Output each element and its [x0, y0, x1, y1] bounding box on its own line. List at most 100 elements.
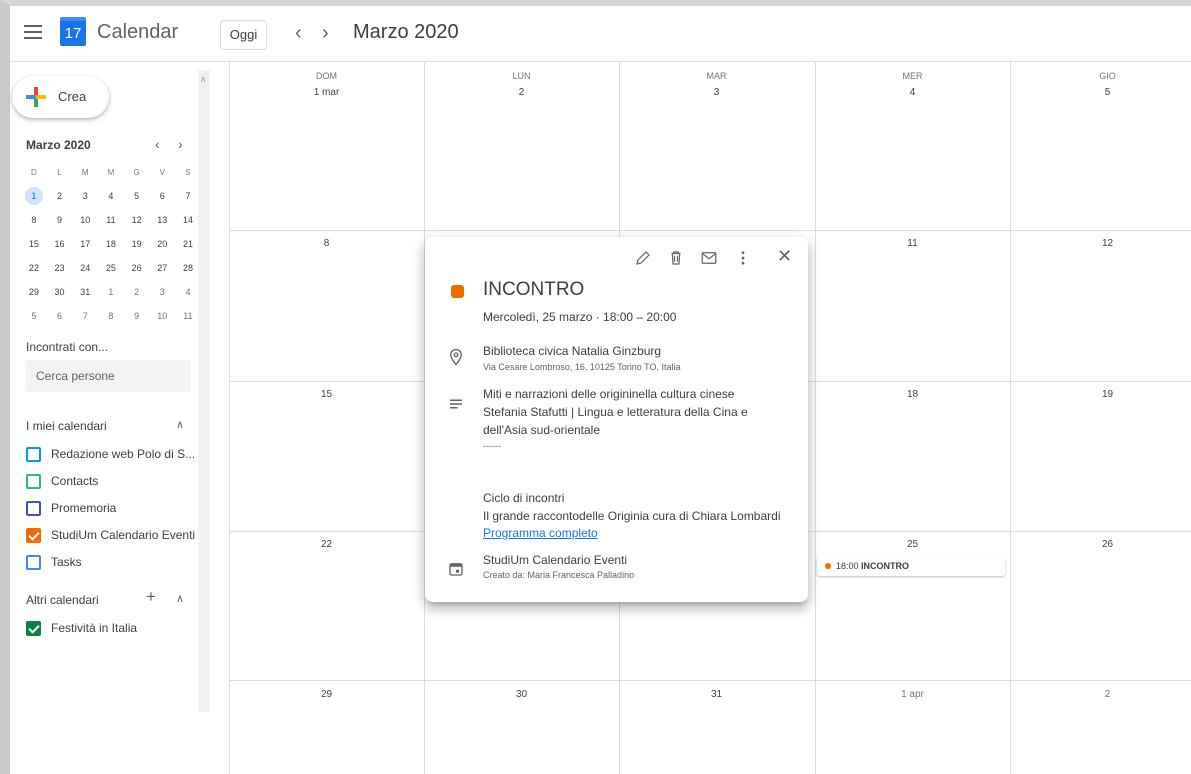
mini-day[interactable]: 28	[175, 263, 201, 273]
next-month-icon[interactable]: ›	[322, 23, 329, 43]
mini-day[interactable]: 8	[98, 311, 124, 321]
search-people-input[interactable]	[26, 360, 191, 392]
mini-day[interactable]: 3	[72, 191, 98, 201]
day-number[interactable]: 12	[1010, 238, 1191, 249]
day-number[interactable]: 2	[1010, 689, 1191, 700]
checkbox[interactable]	[26, 501, 41, 516]
day-number[interactable]: 4	[815, 87, 1010, 98]
checkbox-checked[interactable]	[26, 621, 41, 636]
mini-day[interactable]: 3	[149, 287, 175, 297]
mini-day[interactable]: 10	[149, 311, 175, 321]
mini-day[interactable]: 23	[47, 263, 73, 273]
calendar-item[interactable]: Redazione web Polo di S...	[26, 444, 206, 466]
chevron-up-icon[interactable]: ∧	[176, 418, 184, 431]
calendar-item[interactable]: Contacts	[26, 471, 206, 493]
mini-day[interactable]: 6	[149, 191, 175, 201]
mini-day-selected[interactable]: 1	[21, 187, 47, 205]
mini-day[interactable]: 7	[175, 191, 201, 201]
weekday-header: MER	[902, 71, 923, 81]
edit-icon[interactable]	[634, 249, 652, 267]
mini-day[interactable]: 31	[72, 287, 98, 297]
mini-day[interactable]: 6	[47, 311, 73, 321]
mini-day[interactable]: 4	[175, 287, 201, 297]
chevron-up-icon[interactable]: ∧	[176, 592, 184, 605]
day-number[interactable]: 22	[229, 539, 424, 550]
mini-day[interactable]: 2	[47, 191, 73, 201]
calendar-item[interactable]: Promemoria	[26, 498, 206, 520]
checkbox-checked[interactable]	[26, 528, 41, 543]
mini-day[interactable]: 16	[47, 239, 73, 249]
mini-day[interactable]: 12	[124, 215, 150, 225]
mini-day[interactable]: 9	[124, 311, 150, 321]
day-number[interactable]: 31	[619, 689, 814, 700]
calendar-item[interactable]: StudiUm Calendario Eventi	[26, 525, 206, 547]
mini-day[interactable]: 11	[98, 215, 124, 225]
mini-day[interactable]: 30	[47, 287, 73, 297]
event-chip[interactable]: 18:00 INCONTRO	[817, 556, 1005, 576]
add-calendar-icon[interactable]: +	[146, 587, 156, 607]
day-number[interactable]: 19	[1010, 389, 1191, 400]
calendar-name: StudiUm Calendario Eventi	[51, 528, 196, 542]
main-menu-icon[interactable]	[24, 25, 42, 39]
day-number[interactable]: 1 apr	[815, 689, 1010, 700]
mini-day[interactable]: 1	[98, 287, 124, 297]
day-number[interactable]: 26	[1010, 539, 1191, 550]
day-number[interactable]: 11	[815, 238, 1010, 249]
program-link[interactable]: Programma completo	[483, 526, 598, 540]
day-number[interactable]: 25	[815, 539, 1010, 550]
checkbox[interactable]	[26, 555, 41, 570]
delete-icon[interactable]	[667, 249, 685, 267]
today-button[interactable]: Oggi	[220, 20, 267, 50]
checkbox[interactable]	[26, 447, 41, 462]
day-number[interactable]: 1 mar	[229, 87, 424, 98]
mini-day[interactable]: 26	[124, 263, 150, 273]
mini-day[interactable]: 14	[175, 215, 201, 225]
mini-day[interactable]: 2	[124, 287, 150, 297]
mini-day[interactable]: 9	[47, 215, 73, 225]
more-options-icon[interactable]	[734, 249, 752, 267]
day-number[interactable]: 3	[619, 87, 814, 98]
email-icon[interactable]	[700, 249, 718, 267]
mini-day[interactable]: 15	[21, 239, 47, 249]
checkbox[interactable]	[26, 474, 41, 489]
mini-day[interactable]: 8	[21, 215, 47, 225]
mini-day[interactable]: 24	[72, 263, 98, 273]
mini-day[interactable]: 21	[175, 239, 201, 249]
day-number[interactable]: 2	[424, 87, 619, 98]
create-button[interactable]: Crea	[12, 76, 109, 118]
mini-calendar-prev-icon[interactable]: ‹	[155, 136, 160, 152]
mini-day[interactable]: 11	[175, 311, 201, 321]
day-number[interactable]: 18	[815, 389, 1010, 400]
mini-calendar-next-icon[interactable]: ›	[178, 136, 183, 152]
calendar-item[interactable]: Festività in Italia	[26, 618, 206, 640]
mini-day[interactable]: 13	[149, 215, 175, 225]
calendar-item[interactable]: Tasks	[26, 552, 206, 574]
mini-calendar-weekdays: D L M M G V S	[21, 160, 201, 184]
scroll-up-icon[interactable]: ∧	[200, 74, 207, 85]
day-number[interactable]: 5	[1010, 87, 1191, 98]
mini-day[interactable]: 18	[98, 239, 124, 249]
close-icon[interactable]: ✕	[777, 247, 792, 265]
day-number[interactable]: 15	[229, 389, 424, 400]
previous-month-icon[interactable]: ‹	[295, 23, 302, 43]
mini-day[interactable]: 17	[72, 239, 98, 249]
sidebar-scrollbar[interactable]: ∧	[198, 70, 210, 712]
mini-day[interactable]: 22	[21, 263, 47, 273]
mini-day[interactable]: 5	[124, 191, 150, 201]
day-number[interactable]: 8	[229, 238, 424, 249]
mini-day[interactable]: 20	[149, 239, 175, 249]
mini-day[interactable]: 5	[21, 311, 47, 321]
day-number[interactable]: 30	[424, 689, 619, 700]
mini-day[interactable]: 25	[98, 263, 124, 273]
calendar-name: Redazione web Polo di S...	[51, 447, 196, 461]
mini-day[interactable]: 27	[149, 263, 175, 273]
mini-day[interactable]: 19	[124, 239, 150, 249]
day-number[interactable]: 29	[229, 689, 424, 700]
mini-day[interactable]: 7	[72, 311, 98, 321]
weekday-header: DOM	[316, 71, 337, 81]
mini-calendar-title: Marzo 2020	[26, 138, 91, 152]
mini-day[interactable]: 4	[98, 191, 124, 201]
mini-day[interactable]: 29	[21, 287, 47, 297]
calendar-name: Tasks	[51, 555, 82, 569]
mini-day[interactable]: 10	[72, 215, 98, 225]
